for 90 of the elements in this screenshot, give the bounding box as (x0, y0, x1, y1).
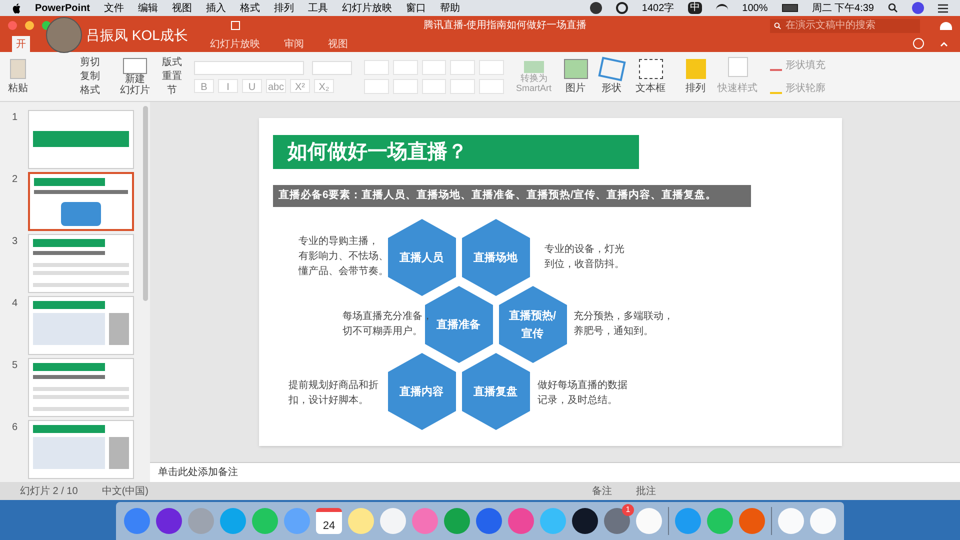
ribbon-tab[interactable]: 幻灯片放映 (206, 36, 264, 52)
hexagon-label: 直播预热/宣传 (508, 308, 558, 342)
reset-button[interactable]: 重置 (162, 70, 182, 82)
close-icon[interactable] (8, 21, 17, 30)
battery-icon[interactable] (782, 4, 798, 12)
scrollbar[interactable] (140, 102, 150, 482)
text-box-icon[interactable] (638, 58, 663, 78)
insert-button[interactable]: 文本框 (636, 82, 666, 94)
menu-item[interactable]: 排列 (274, 0, 294, 16)
hexagon-label: 直播内容 (400, 384, 444, 400)
slide-number: 5 (12, 359, 19, 373)
apple-logo-icon[interactable] (12, 2, 21, 14)
menu-item[interactable]: 编辑 (138, 0, 158, 16)
menu-item[interactable]: 格式 (240, 0, 260, 16)
slide-number: 2 (12, 173, 19, 187)
insert-button[interactable]: 图片 (566, 82, 586, 94)
language-label: 中文(中国) (102, 484, 148, 498)
hexagon-label: 直播复盘 (474, 384, 518, 400)
ribbon-tab[interactable]: 开 (12, 36, 30, 52)
siri-icon[interactable] (912, 2, 924, 14)
font-size-field[interactable] (312, 60, 352, 74)
ribbon-tab[interactable]: 审阅 (280, 36, 308, 52)
streamer-name: 吕振凤 KOL成长 (86, 26, 188, 44)
slide-thumbnail[interactable] (28, 234, 134, 293)
word-count: 1402字 (642, 2, 674, 16)
notification-badge: 1 (622, 504, 634, 516)
description-text: 充分预热，多端联动， 养肥号，通知到。 (574, 310, 674, 339)
slide-number: 1 (12, 111, 19, 125)
slide-number: 3 (12, 235, 19, 249)
menu-item[interactable]: 工具 (308, 0, 328, 16)
minimize-icon[interactable] (25, 21, 34, 30)
search-field[interactable]: 在演示文稿中的搜索 (770, 18, 920, 32)
comments-button[interactable]: 批注 (636, 484, 656, 498)
subtitle-text: 直播必备6要素：直播人员、直播场地、直播准备、直播预热/宣传、直播内容、直播复盘。 (278, 188, 716, 204)
slide-thumbnail[interactable] (28, 420, 134, 479)
slide-title: 如何做好一场直播？ (288, 140, 468, 165)
input-method[interactable]: 中 (688, 2, 702, 14)
arrange-button[interactable]: 排列 (686, 82, 706, 94)
menu-icon[interactable] (938, 4, 948, 12)
app-name[interactable]: PowerPoint (35, 0, 90, 16)
paste-button[interactable]: 粘贴 (8, 82, 28, 94)
picture-icon[interactable] (564, 58, 588, 78)
slide-thumbnail[interactable] (28, 358, 134, 417)
app-icon[interactable] (572, 508, 598, 534)
section-button[interactable]: 节 (162, 84, 182, 96)
smartart-icon[interactable] (524, 60, 544, 72)
calendar-icon[interactable]: 24 (316, 508, 342, 534)
menu-item[interactable]: 视图 (172, 0, 192, 16)
menu-item[interactable]: 插入 (206, 0, 226, 16)
search-icon (774, 22, 782, 30)
collapse-icon[interactable] (940, 42, 948, 47)
hexagon-label: 直播场地 (474, 250, 518, 266)
hexagon-label: 直播人员 (400, 250, 444, 266)
new-slide-label[interactable]: 幻灯片 (120, 84, 150, 96)
font-field[interactable] (194, 60, 304, 74)
slide-counter: 幻灯片 2 / 10 (20, 484, 78, 498)
notes-button[interactable]: 备注 (592, 484, 612, 498)
ribbon-tab[interactable]: 视图 (324, 36, 352, 52)
window-title: 腾讯直播-使用指南如何做好一场直播 (423, 18, 587, 33)
clipboard-icon[interactable] (10, 58, 26, 78)
slide-number: 6 (12, 421, 19, 435)
description-text: 专业的设备，灯光 到位，收音防抖。 (544, 242, 624, 272)
menu-item[interactable]: 幻灯片放映 (342, 0, 392, 16)
new-slide-icon[interactable] (123, 58, 147, 74)
search-icon[interactable] (888, 3, 898, 13)
insert-button[interactable]: 形状 (602, 82, 622, 94)
arrange-icon[interactable] (686, 58, 706, 78)
slide-number: 4 (12, 297, 19, 311)
description-text: 做好每场直播的数据 记录，及时总结。 (538, 378, 628, 408)
menu-item[interactable]: 帮助 (440, 0, 460, 16)
notes-pane[interactable]: 单击此处添加备注 (150, 462, 960, 482)
description-text: 提前规划好商品和折 扣，设计好脚本。 (288, 378, 378, 408)
slide-thumbnail[interactable] (28, 296, 134, 355)
slide-thumbnail[interactable] (28, 110, 134, 169)
description-text: 专业的导购主播， 有影响力、不怯场、 懂产品、会带节奏。 (298, 234, 388, 279)
new-slide-label[interactable]: 新建 (125, 74, 145, 84)
format-painter-button[interactable]: 格式 (80, 84, 100, 96)
copy-button[interactable]: 复制 (80, 70, 100, 82)
description-text: 每场直播充分准备， 切不可糊弄用户。 (342, 310, 432, 339)
status-icon[interactable] (616, 2, 628, 14)
menu-item[interactable]: 文件 (104, 0, 124, 16)
shapes-icon[interactable] (598, 56, 626, 81)
clock: 周二 下午4:39 (812, 2, 874, 16)
layout-button[interactable]: 版式 (162, 56, 182, 68)
slide-thumbnail[interactable] (28, 172, 134, 231)
hexagon-label: 直播准备 (436, 318, 480, 332)
menu-item[interactable]: 窗口 (406, 0, 426, 16)
battery-percent: 100% (742, 2, 768, 16)
cut-button[interactable]: 剪切 (80, 56, 100, 68)
notes-placeholder: 单击此处添加备注 (158, 466, 238, 480)
